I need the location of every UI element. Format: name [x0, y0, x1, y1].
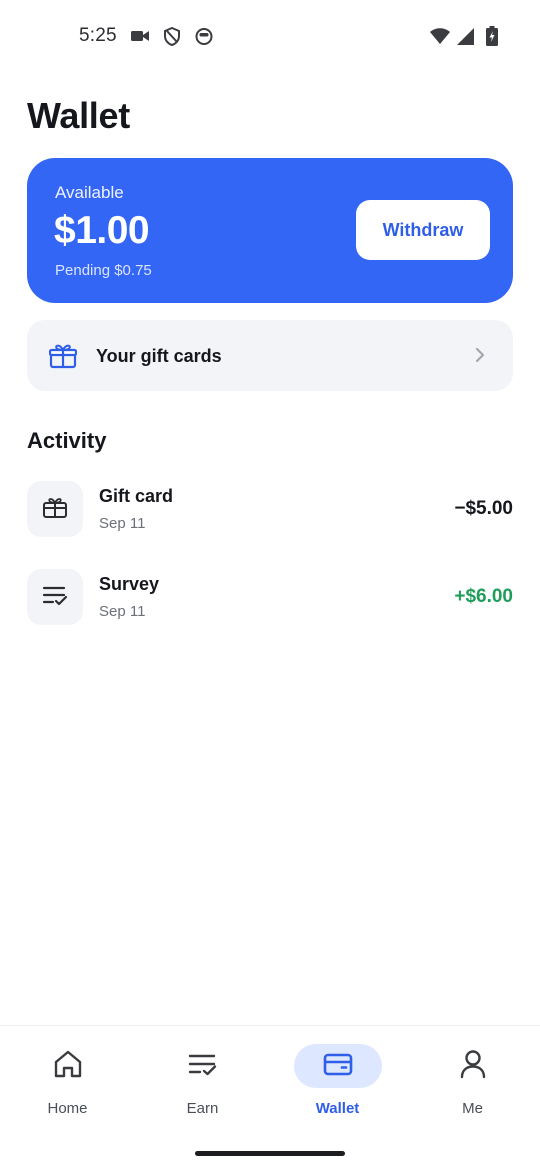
gift-icon [48, 343, 78, 369]
home-icon [53, 1050, 83, 1083]
nav-pill [159, 1044, 247, 1088]
checklist-icon [42, 584, 68, 611]
activity-title: Gift card [99, 486, 174, 506]
nav-item-me[interactable]: Me [405, 1042, 540, 1122]
home-indicator[interactable] [195, 1151, 345, 1156]
activity-amount: −$5.00 [454, 498, 513, 519]
person-icon [459, 1049, 487, 1084]
status-time: 5:25 [79, 25, 117, 46]
row-icon-box [27, 481, 83, 537]
wallet-icon [323, 1051, 353, 1082]
activity-title: Survey [99, 574, 160, 594]
nav-pill [24, 1044, 112, 1088]
nav-item-earn[interactable]: Earn [135, 1042, 270, 1122]
activity-date: Sep 11 [99, 515, 146, 532]
activity-amount: +$6.00 [454, 586, 513, 607]
cat-face-icon [194, 26, 214, 46]
bottom-nav: Home Earn Wallet Me [0, 1025, 540, 1170]
activity-row-survey[interactable]: Survey Sep 11 +$6.00 [27, 569, 513, 625]
status-icons-left [130, 26, 214, 46]
balance-amount: $1.00 [54, 209, 150, 252]
battery-charging-icon [482, 26, 502, 46]
balance-label: Available [55, 183, 124, 202]
nav-label: Me [462, 1100, 483, 1117]
gift-cards-label: Your gift cards [96, 346, 222, 366]
nav-label: Home [47, 1100, 88, 1117]
activity-date: Sep 11 [99, 603, 146, 620]
cell-signal-icon [456, 26, 476, 46]
pending-balance: Pending $0.75 [55, 262, 152, 279]
gift-icon [42, 495, 68, 524]
nav-label: Wallet [315, 1100, 360, 1117]
row-icon-box [27, 569, 83, 625]
nav-item-home[interactable]: Home [0, 1042, 135, 1122]
chevron-right-icon [471, 346, 489, 364]
page-title: Wallet [27, 95, 130, 136]
nav-label: Earn [186, 1100, 219, 1117]
status-bar: 5:25 [0, 0, 540, 72]
shield-icon [162, 26, 182, 46]
video-camera-icon [130, 26, 150, 46]
nav-pill-active [293, 1044, 382, 1088]
nav-item-wallet[interactable]: Wallet [270, 1042, 405, 1122]
checklist-icon [188, 1052, 218, 1081]
withdraw-button[interactable]: Withdraw [356, 200, 490, 260]
activity-heading: Activity [27, 428, 107, 453]
activity-row-gift-card[interactable]: Gift card Sep 11 −$5.00 [27, 481, 513, 537]
status-icons-right [430, 26, 502, 46]
balance-card: Available $1.00 Pending $0.75 Withdraw [27, 158, 513, 303]
gift-cards-row[interactable]: Your gift cards [27, 320, 513, 391]
nav-pill [429, 1044, 517, 1088]
wifi-icon [430, 26, 450, 46]
